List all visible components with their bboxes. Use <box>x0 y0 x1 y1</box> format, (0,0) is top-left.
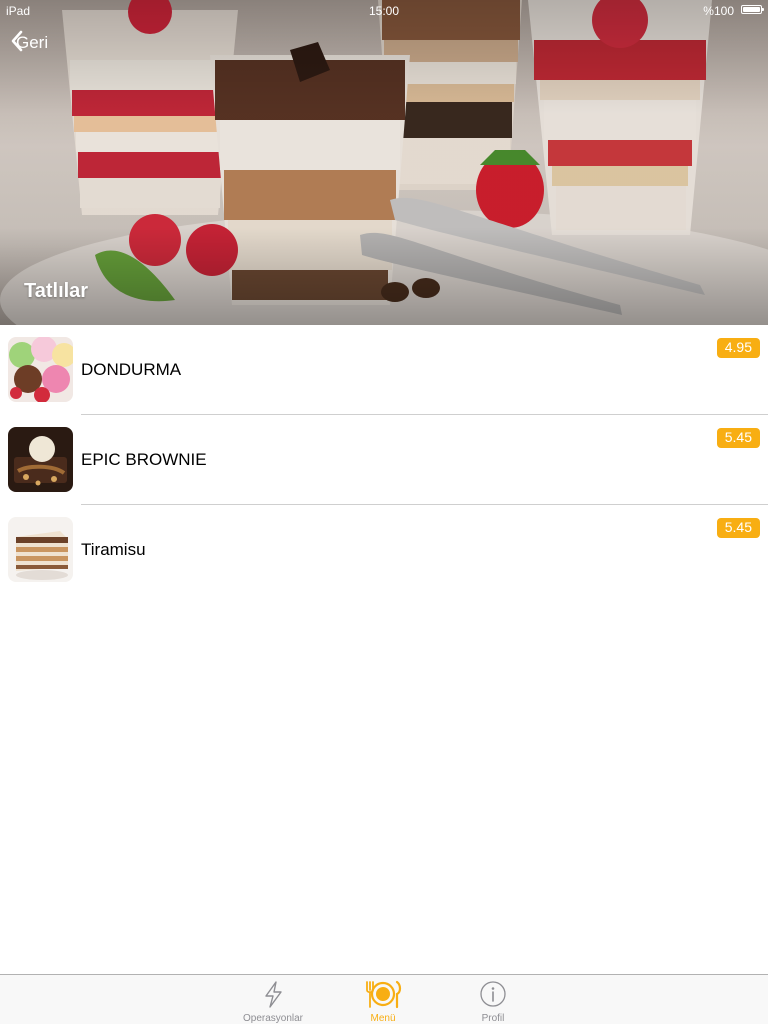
header-image: iPad 15:00 %100 Geri Tatlılar <box>0 0 768 325</box>
price-badge: 5.45 <box>716 428 760 448</box>
header-image-shade <box>0 0 768 325</box>
menu-item-epic-brownie[interactable]: EPIC BROWNIE 5.45 <box>0 415 768 505</box>
tab-label: Profil <box>481 1013 505 1024</box>
battery-percent: %100 <box>703 4 734 18</box>
menu-item-name: EPIC BROWNIE <box>81 450 207 469</box>
chevron-left-icon <box>11 30 23 52</box>
back-button[interactable]: Geri <box>10 30 48 56</box>
clock: 15:00 <box>368 4 400 18</box>
price-badge: 5.45 <box>716 518 760 538</box>
menu-item-dondurma[interactable]: DONDURMA 4.95 <box>0 325 768 415</box>
menu-item-list: DONDURMA 4.95 EPIC BROWNIE 5.45 Tiramisu… <box>0 325 768 595</box>
ice-cream-thumbnail <box>8 337 73 402</box>
lightning-icon <box>265 981 282 1008</box>
menu-item-name: DONDURMA <box>81 360 182 379</box>
tab-profil[interactable]: Profil <box>448 977 538 1024</box>
tab-label: Operasyonlar <box>242 1013 304 1024</box>
brownie-thumbnail <box>8 427 73 492</box>
battery-icon <box>741 5 764 14</box>
tab-operasyonlar[interactable]: Operasyonlar <box>228 977 318 1024</box>
tiramisu-thumbnail <box>8 517 73 582</box>
tab-bar: Operasyonlar Menü Profil <box>0 974 768 1024</box>
menu-item-name: Tiramisu <box>81 540 146 559</box>
tab-menu[interactable]: Menü <box>338 977 428 1024</box>
info-circle-icon <box>480 981 506 1007</box>
tab-label: Menü <box>370 1013 396 1024</box>
menu-item-tiramisu[interactable]: Tiramisu 5.45 <box>0 505 768 595</box>
status-bar: iPad 15:00 %100 <box>0 0 768 20</box>
category-title: Tatlılar <box>24 280 89 302</box>
fork-plate-knife-icon <box>366 980 402 1009</box>
price-badge: 4.95 <box>716 338 760 358</box>
